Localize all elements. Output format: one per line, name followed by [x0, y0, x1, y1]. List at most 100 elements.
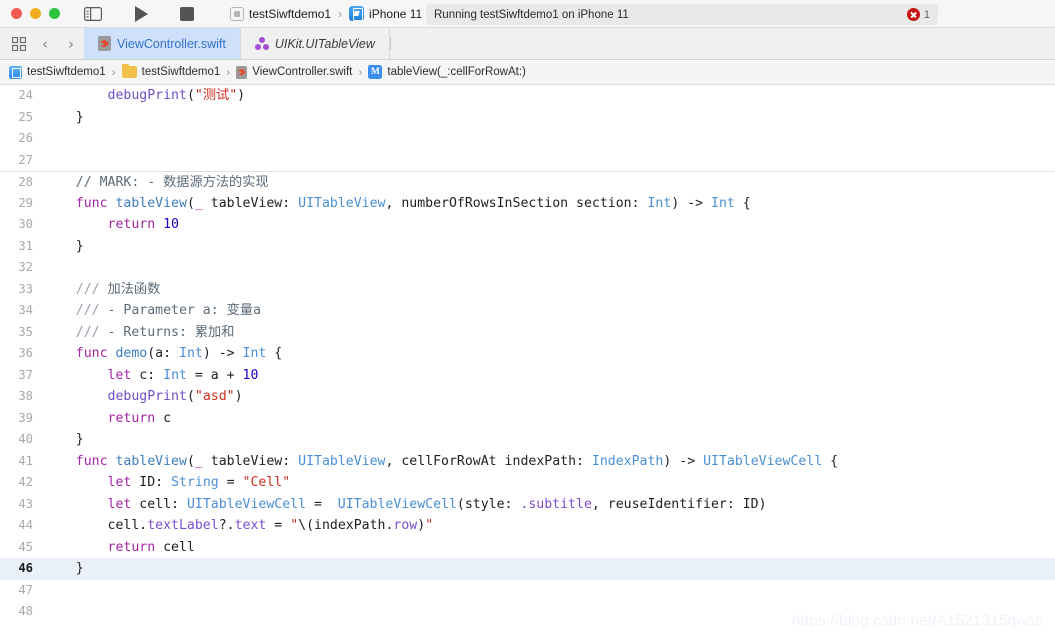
code-text: /// - Parameter a: 变量a: [75, 303, 261, 318]
code-text: }: [75, 238, 84, 254]
scheme-destination-selector[interactable]: testSiwftdemo1 › iPhone 11: [230, 6, 422, 21]
line-number: 37: [18, 367, 33, 382]
breadcrumb-separator-icon: ›: [358, 65, 363, 79]
issue-indicator[interactable]: 1: [906, 8, 930, 21]
code-lines-container: 24 debugPrint("测试") 25 } 26 27 28 // MARK: -…: [0, 85, 1055, 623]
code-line[interactable]: 33 /// 加法函数: [0, 279, 1055, 301]
line-number: 26: [18, 131, 33, 145]
line-number: 44: [18, 518, 33, 532]
breadcrumb-item-file[interactable]: ViewController.swift: [236, 65, 353, 79]
swift-file-icon: [98, 36, 111, 51]
code-line[interactable]: 30 return 10: [0, 214, 1055, 236]
breadcrumb-chevron-icon: ›: [338, 6, 343, 21]
framework-icon: [254, 37, 269, 50]
code-line[interactable]: 40 }: [0, 429, 1055, 451]
minimize-window-button[interactable]: [30, 8, 41, 19]
run-button[interactable]: [135, 5, 148, 22]
code-text: func tableView(_ tableView: UITableView,…: [75, 195, 751, 211]
go-forward-icon[interactable]: ›: [58, 28, 84, 59]
close-window-button[interactable]: [11, 8, 22, 19]
code-line[interactable]: 24 debugPrint("测试"): [0, 85, 1055, 107]
code-line[interactable]: 42 let ID: String = "Cell": [0, 472, 1055, 494]
chevron-right-icon: ›: [68, 34, 74, 53]
code-text: let cell: UITableViewCell = UITableViewC…: [107, 496, 767, 512]
breadcrumb-label: ViewController.swift: [252, 66, 353, 78]
folder-icon: [121, 63, 137, 78]
grid-icon[interactable]: [6, 28, 32, 59]
breadcrumb-separator-icon: ›: [111, 65, 116, 79]
code-text: return c: [107, 410, 172, 426]
code-line[interactable]: 37 let c: Int = a + 10: [0, 365, 1055, 387]
code-line[interactable]: 41 func tableView(_ tableView: UITableVi…: [0, 451, 1055, 473]
tab-bar-empty-area: [391, 28, 1055, 59]
code-line[interactable]: 25 }: [0, 107, 1055, 129]
go-back-icon[interactable]: ‹: [32, 28, 58, 59]
line-number: 39: [18, 410, 33, 425]
code-text: /// 加法函数: [75, 281, 161, 297]
project-icon: [9, 65, 22, 79]
code-line[interactable]: 27: [0, 150, 1055, 172]
line-number: 28: [18, 175, 33, 189]
window-toolbar: testSiwftdemo1 › iPhone 11 Running testS…: [0, 0, 1055, 28]
line-number: 25: [18, 109, 33, 124]
breadcrumb-label: tableView(_:cellForRowAt:): [387, 66, 526, 78]
stop-button[interactable]: [180, 6, 194, 21]
code-text: // MARK: - 数据源方法的实现: [75, 175, 269, 190]
line-number: 35: [18, 324, 33, 339]
line-number: 46: [18, 561, 33, 575]
tab-list: ViewController.swift UIKit.UITableView: [84, 28, 1055, 59]
line-number: 47: [18, 582, 33, 597]
tab-viewcontroller-swift[interactable]: ViewController.swift: [84, 28, 241, 59]
line-number: 27: [18, 152, 33, 167]
window-controls: [0, 8, 60, 19]
code-line[interactable]: 45 return cell: [0, 537, 1055, 559]
breadcrumb-item-method[interactable]: M tableView(_:cellForRowAt:): [368, 65, 526, 79]
code-line[interactable]: 38 debugPrint("asd"): [0, 386, 1055, 408]
code-text: cell.textLabel?.text = "\(indexPath.row)…: [107, 518, 434, 533]
code-line[interactable]: 31 }: [0, 236, 1055, 258]
destination-name[interactable]: iPhone 11: [369, 7, 422, 21]
code-line[interactable]: 34 /// - Parameter a: 变量a: [0, 300, 1055, 322]
code-text: /// - Returns: 累加和: [75, 324, 235, 340]
line-number: 29: [18, 195, 33, 210]
code-line[interactable]: 43 let cell: UITableViewCell = UITableVi…: [0, 494, 1055, 516]
chevron-left-icon: ‹: [42, 34, 48, 53]
breadcrumb-label: testSiwftdemo1: [141, 66, 221, 78]
scheme-name[interactable]: testSiwftdemo1: [249, 7, 331, 21]
code-line[interactable]: 39 return c: [0, 408, 1055, 430]
breadcrumb: testSiwftdemo1 › testSiwftdemo1 › ViewCo…: [0, 60, 1055, 85]
breadcrumb-item-project[interactable]: testSiwftdemo1: [9, 65, 106, 79]
code-line[interactable]: 35 /// - Returns: 累加和: [0, 322, 1055, 344]
breadcrumb-separator-icon: ›: [226, 65, 231, 79]
code-line[interactable]: 32: [0, 257, 1055, 279]
tab-navigation-controls: ‹ ›: [0, 28, 84, 59]
play-icon: [135, 5, 148, 22]
code-line[interactable]: 28 // MARK: - 数据源方法的实现: [0, 171, 1055, 193]
code-text: }: [75, 561, 84, 576]
code-line[interactable]: 46 }: [0, 558, 1055, 580]
sidebar-toggle-icon[interactable]: [84, 6, 102, 21]
status-message: Running testSiwftdemo1 on iPhone 11: [434, 8, 629, 21]
line-number: 43: [18, 496, 33, 511]
zoom-window-button[interactable]: [49, 8, 60, 19]
source-editor[interactable]: 24 debugPrint("测试") 25 } 26 27 28 // MARK: -…: [0, 85, 1055, 635]
error-count: 1: [923, 8, 930, 21]
scheme-icon: [230, 6, 244, 21]
line-number: 41: [18, 453, 33, 468]
code-text: }: [75, 109, 84, 125]
code-line[interactable]: 47: [0, 580, 1055, 602]
code-line[interactable]: 36 func demo(a: Int) -> Int {: [0, 343, 1055, 365]
code-text: func demo(a: Int) -> Int {: [75, 346, 283, 361]
breadcrumb-item-folder[interactable]: testSiwftdemo1: [121, 63, 221, 78]
code-line[interactable]: 44 cell.textLabel?.text = "\(indexPath.r…: [0, 515, 1055, 537]
editor-tab-bar: ‹ › ViewController.swift UIKit.UITableVi…: [0, 28, 1055, 60]
line-number: 32: [18, 260, 33, 274]
code-line[interactable]: 29 func tableView(_ tableView: UITableVi…: [0, 193, 1055, 215]
code-text: debugPrint("测试"): [107, 88, 246, 103]
tab-label: UIKit.UITableView: [274, 36, 375, 51]
tab-uikit-uitableview[interactable]: UIKit.UITableView: [241, 28, 390, 59]
code-line[interactable]: 26: [0, 128, 1055, 150]
simulator-icon: [349, 6, 365, 21]
activity-status-pane: Running testSiwftdemo1 on iPhone 11 1: [426, 4, 938, 25]
line-number: 36: [18, 346, 33, 360]
